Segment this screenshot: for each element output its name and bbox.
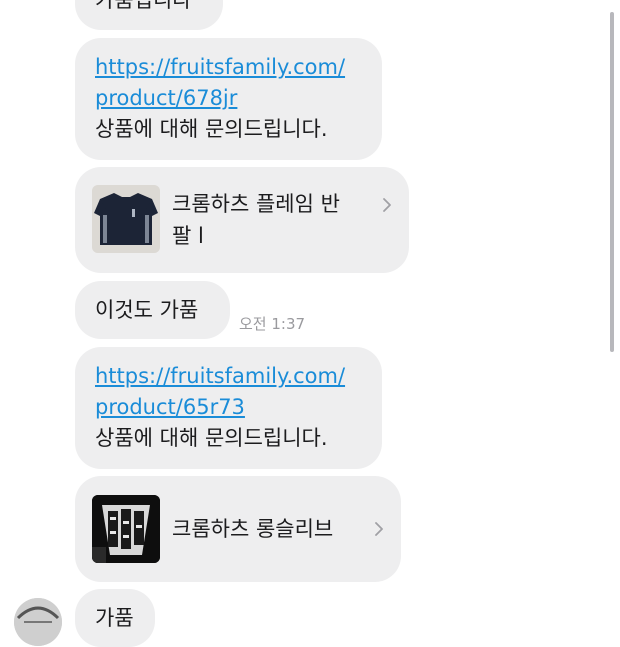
chevron-right-icon bbox=[383, 198, 391, 212]
product-card-1-title-line1: 크롬하츠 플레임 반 bbox=[172, 192, 340, 216]
product-link-2-line2[interactable]: product/65r73 bbox=[95, 392, 362, 423]
message-text: 이것도 가품 bbox=[95, 298, 199, 322]
product-link-1-line2[interactable]: product/678jr bbox=[95, 83, 362, 114]
link-message-bubble-2[interactable]: https://fruitsfamily.com/ product/65r73 … bbox=[75, 347, 382, 469]
product-card-2-title: 크롬하츠 롱슬리브 bbox=[172, 517, 334, 541]
product-link-2-line1[interactable]: https://fruitsfamily.com/ bbox=[95, 361, 362, 392]
scrollbar[interactable] bbox=[610, 12, 614, 352]
black-tshirt-thumbnail bbox=[92, 185, 160, 253]
message-bubble-bottom[interactable]: 가품 bbox=[75, 589, 155, 647]
product-card-2[interactable]: 크롬하츠 롱슬리브 bbox=[75, 476, 401, 582]
message-bubble-top[interactable]: 가품입니다 bbox=[75, 0, 223, 30]
longsleeve-print-thumbnail bbox=[92, 495, 160, 563]
chevron-right-icon bbox=[375, 522, 383, 536]
message-bubble-2[interactable]: 이것도 가품 bbox=[75, 281, 230, 339]
link-caption-1: 상품에 대해 문의드립니다. bbox=[95, 117, 328, 141]
link-message-bubble-1[interactable]: https://fruitsfamily.com/ product/678jr … bbox=[75, 38, 382, 160]
product-link-1-line1[interactable]: https://fruitsfamily.com/ bbox=[95, 52, 362, 83]
message-text: 가품 bbox=[95, 606, 134, 630]
product-card-1-title-line2: 팔 l bbox=[172, 224, 204, 248]
product-card-1[interactable]: 크롬하츠 플레임 반 팔 l bbox=[75, 167, 409, 273]
product-card-1-title: 크롬하츠 플레임 반 팔 l bbox=[172, 188, 340, 252]
sender-avatar[interactable] bbox=[14, 598, 62, 646]
link-caption-2: 상품에 대해 문의드립니다. bbox=[95, 426, 328, 450]
message-text: 가품입니다 bbox=[95, 0, 192, 12]
message-timestamp: 오전 1:37 bbox=[239, 315, 306, 333]
